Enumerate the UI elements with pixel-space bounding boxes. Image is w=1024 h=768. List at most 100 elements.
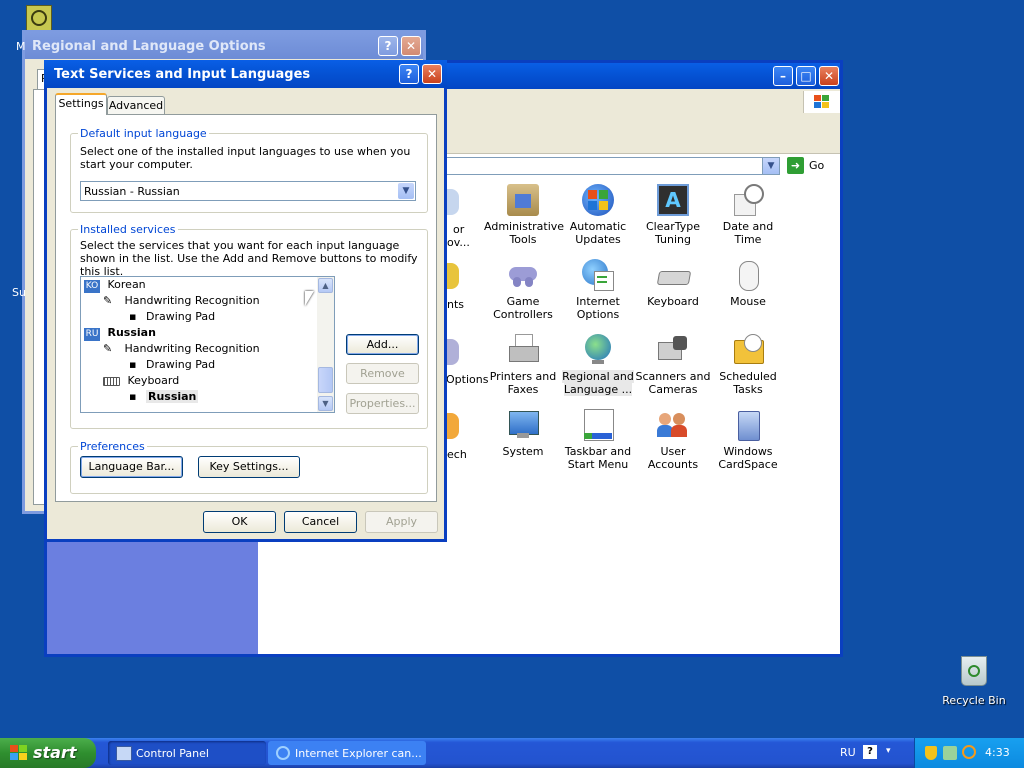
regional-titlebar[interactable]: Regional and Language Options ? ✕ [25,33,423,59]
cp-item-cleartype-tuning[interactable]: A ClearType Tuning [634,184,712,246]
security-shield-icon[interactable] [925,746,937,760]
tab-label: Settings [58,97,104,110]
cp-item-label: Mouse [730,295,766,308]
cancel-button[interactable]: Cancel [284,511,357,533]
language-indicator[interactable]: RU [840,746,856,759]
windows-logo-icon [803,91,840,113]
apply-button[interactable]: Apply [365,511,438,533]
cp-item-windows-cardspace[interactable]: Windows CardSpace [709,409,787,471]
tree-item-drawing-pad-1[interactable]: ▪ Drawing Pad [129,310,215,323]
tab-settings[interactable]: Settings [55,93,107,115]
cp-item-date-and-time[interactable]: Date and Time [709,184,787,246]
scroll-down-button[interactable]: ▼ [318,396,333,411]
pen-icon: ✎ [103,342,113,355]
ok-button[interactable]: OK [203,511,276,533]
cardspace-icon [732,409,764,441]
bullet-icon: ▪ [129,358,137,371]
tree-label: Russian [145,390,199,403]
start-button[interactable]: start [0,738,96,768]
close-button[interactable]: ✕ [422,64,442,84]
tree-item-drawing-pad-2[interactable]: ▪ Drawing Pad [129,358,215,371]
default-language-select[interactable]: Russian - Russian ▼ [80,181,416,201]
close-button[interactable]: ✕ [401,36,421,56]
cp-item-label: Scanners and Cameras [635,370,711,396]
task-pane [47,528,258,654]
scanner-icon [657,334,689,366]
cp-item-user-accounts[interactable]: User Accounts [634,409,712,471]
system-tray: 4:33 [914,738,1024,768]
language-help-button[interactable]: ? [863,745,877,759]
address-bar[interactable]: ▼ [445,157,780,175]
key-settings-button[interactable]: Key Settings... [198,456,300,478]
tree-label: Keyboard [127,374,180,387]
remove-button[interactable]: Remove [346,363,419,384]
partial-icon-2 [445,263,459,289]
cp-item-printers-and-faxes[interactable]: Printers and Faxes [484,334,562,396]
tree-item-handwriting-1[interactable]: ✎ Handwriting Recognition [103,294,260,307]
default-language-label: Default input language [78,127,209,140]
cp-item-internet-options[interactable]: Internet Options [559,259,637,321]
tree-label: Handwriting Recognition [124,342,260,355]
address-dropdown-button[interactable]: ▼ [762,158,779,174]
task-internet-explorer[interactable]: Internet Explorer can... [268,741,426,765]
text-services-dialog: Text Services and Input Languages ? ✕ Se… [44,60,447,542]
desktop-icon-top[interactable] [26,5,52,31]
services-tree[interactable]: KO Korean ✎ Handwriting Recognition ▪ Dr… [80,276,335,413]
cp-item-scanners-and-cameras[interactable]: Scanners and Cameras [634,334,712,396]
cp-item-label: Scheduled Tasks [719,370,777,396]
cp-item-label: Taskbar and Start Menu [564,445,632,471]
properties-button[interactable]: Properties... [346,393,419,414]
cp-item-label: Game Controllers [493,295,553,321]
minimize-button[interactable]: – [773,66,793,86]
tree-label: Handwriting Recognition [124,294,260,307]
keyboard-icon [103,376,120,386]
task-control-panel[interactable]: Control Panel [108,741,266,765]
installed-services-label: Installed services [78,223,178,236]
scroll-thumb[interactable] [318,367,333,393]
tab-advanced[interactable]: Advanced [107,96,165,115]
cleartype-icon: A [657,184,689,216]
default-language-value: Russian - Russian [84,185,180,198]
search-tray-icon[interactable] [962,745,976,759]
cp-item-keyboard[interactable]: Keyboard [634,259,712,308]
cp-item-administrative-tools[interactable]: Administrative Tools [484,184,564,246]
clock: 4:33 [985,746,1010,759]
add-button[interactable]: Add... [346,334,419,355]
close-button[interactable]: ✕ [819,66,839,86]
cp-item-label: ClearType Tuning [645,220,701,246]
tree-item-keyboard[interactable]: Keyboard [103,374,179,387]
cp-item-system[interactable]: System [484,409,562,458]
cp-item-scheduled-tasks[interactable]: Scheduled Tasks [709,334,787,396]
go-button[interactable]: ➜ Go [787,157,835,175]
cp-item-automatic-updates[interactable]: Automatic Updates [559,184,637,246]
cp-item-label: Windows CardSpace [718,445,778,471]
network-tray-icon[interactable] [943,746,957,760]
recycle-bin[interactable]: Recycle Bin [940,656,1008,707]
recycle-bin-label: Recycle Bin [942,694,1006,707]
mouse-cursor-icon [305,291,314,306]
cp-item-label: Printers and Faxes [489,370,557,396]
scroll-up-button[interactable]: ▲ [318,278,333,293]
dialog-titlebar[interactable]: Text Services and Input Languages ? ✕ [44,60,447,88]
recycle-bin-icon [961,656,987,686]
tree-scrollbar[interactable]: ▲ ▼ [317,277,334,412]
help-button[interactable]: ? [399,64,419,84]
cp-item-regional-and-language[interactable]: Regional and Language ... [559,334,637,396]
maximize-button[interactable]: □ [796,66,816,86]
network-icon [31,10,47,26]
cp-item-game-controllers[interactable]: Game Controllers [484,259,562,321]
partial-label-5: ech [447,448,467,461]
tree-item-russian-layout[interactable]: ▪ Russian [129,390,199,403]
cp-item-label: Internet Options [576,295,620,321]
help-button[interactable]: ? [378,36,398,56]
chevron-down-icon[interactable]: ▼ [398,183,414,199]
language-bar-button[interactable]: Language Bar... [80,456,183,478]
language-bar-options-icon[interactable]: ▾ [886,746,891,756]
cp-item-mouse[interactable]: Mouse [709,259,787,308]
tree-item-handwriting-2[interactable]: ✎ Handwriting Recognition [103,342,260,355]
tree-item-russian[interactable]: RU Russian [84,326,156,341]
cp-item-taskbar-and-start-menu[interactable]: Taskbar and Start Menu [559,409,637,471]
cp-item-label: User Accounts [647,445,699,471]
tree-item-korean[interactable]: KO Korean [84,278,146,293]
bullet-icon: ▪ [129,310,137,323]
